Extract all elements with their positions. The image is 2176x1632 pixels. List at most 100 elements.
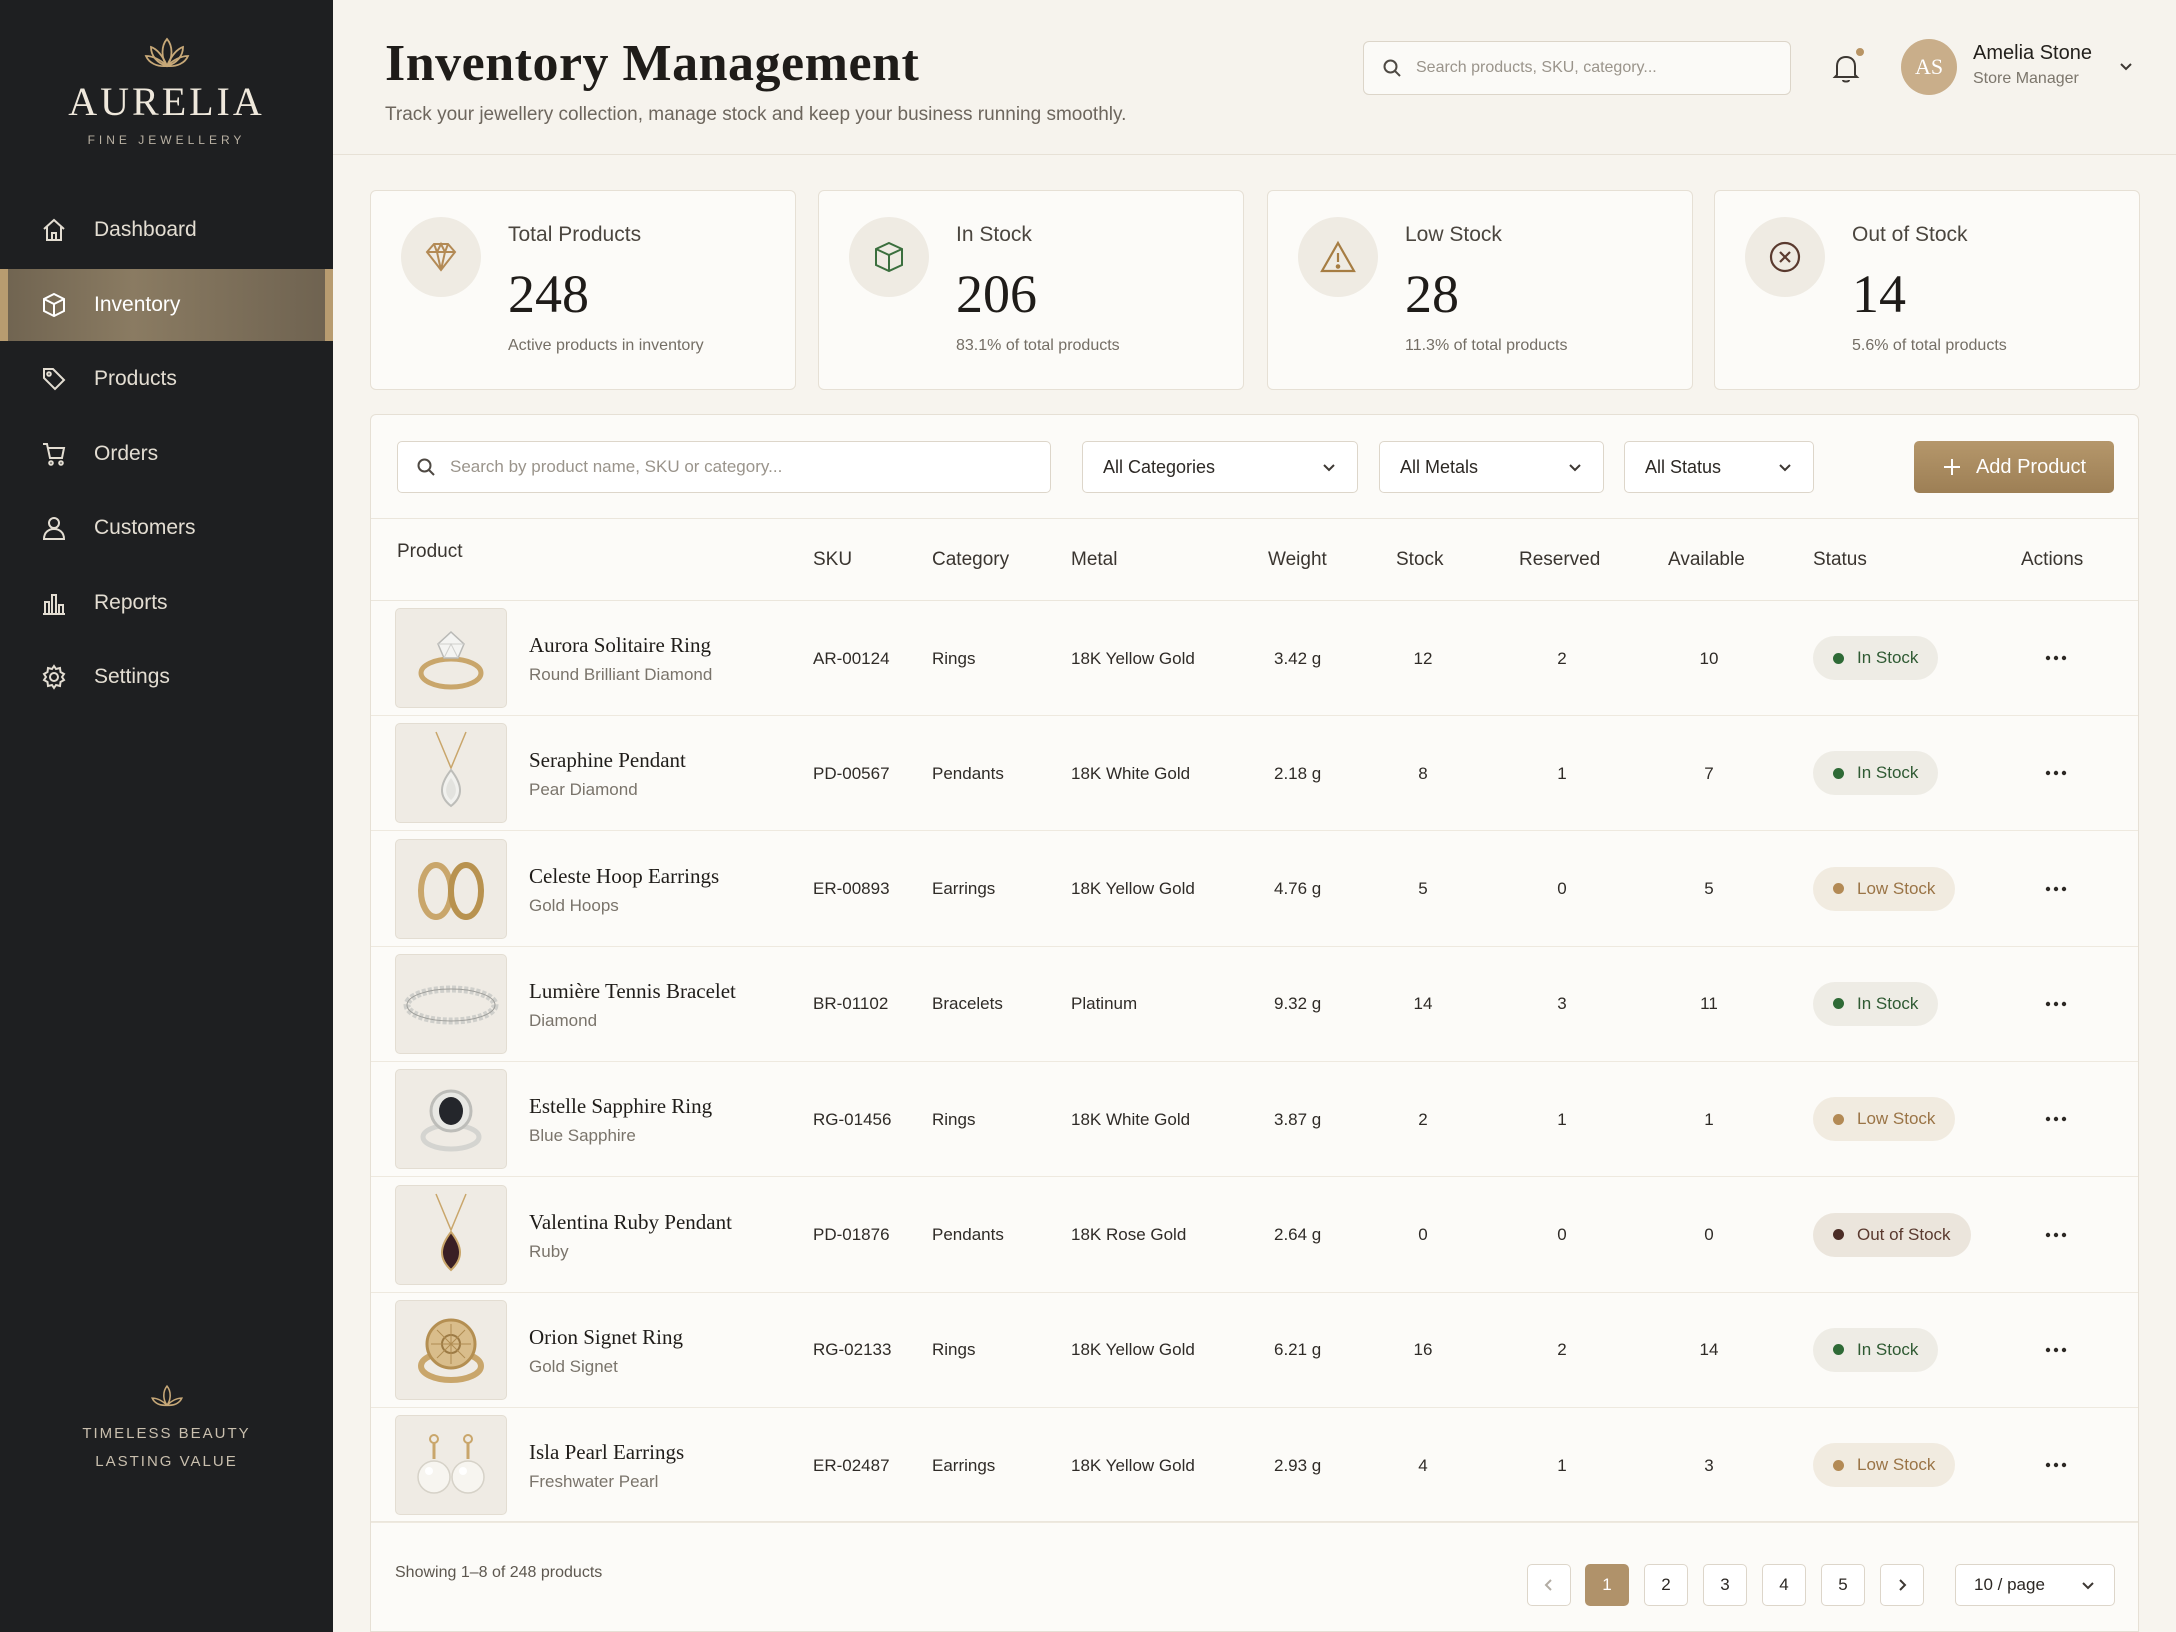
col-weight[interactable]: Weight: [1268, 519, 1327, 601]
table-header: Product SKU Category Metal Weight Stock …: [371, 519, 2138, 601]
status-dot: [1833, 652, 1844, 664]
status-label: In Stock: [1857, 993, 1919, 1013]
product-name[interactable]: Seraphine Pendant: [529, 748, 686, 773]
row-actions-button[interactable]: [2041, 1104, 2071, 1134]
table-row[interactable]: Aurora Solitaire Ring Round Brilliant Dia…: [371, 601, 2138, 716]
chevron-down-icon[interactable]: [2118, 58, 2134, 74]
row-actions-button[interactable]: [2041, 1450, 2071, 1480]
available-cell: 1: [1704, 1109, 1714, 1129]
brand-logo[interactable]: AURELIA FINE JEWELLERY: [0, 36, 333, 147]
col-status[interactable]: Status: [1813, 519, 1867, 601]
reserved-cell: 2: [1557, 1340, 1567, 1360]
product-name[interactable]: Isla Pearl Earrings: [529, 1440, 684, 1465]
page-button-5[interactable]: 5: [1821, 1564, 1865, 1606]
col-stock[interactable]: Stock: [1396, 519, 1444, 601]
col-reserved[interactable]: Reserved: [1519, 519, 1600, 601]
table-row[interactable]: Isla Pearl Earrings Freshwater Pearl ER-02…: [371, 1408, 2138, 1524]
product-name[interactable]: Orion Signet Ring: [529, 1325, 683, 1350]
product-name[interactable]: Estelle Sapphire Ring: [529, 1094, 712, 1119]
row-actions-button[interactable]: [2041, 1220, 2071, 1250]
sidebar-item-products[interactable]: Products: [0, 343, 333, 415]
stat-card-low-stock: Low Stock 28 11.3% of total products: [1267, 190, 1693, 390]
global-search-input[interactable]: [1416, 59, 1776, 77]
status-label: Low Stock: [1857, 1109, 1936, 1129]
product-thumbnail[interactable]: [395, 1069, 507, 1170]
tag-icon: [40, 365, 68, 393]
sidebar-item-reports[interactable]: Reports: [0, 567, 333, 639]
chevron-down-icon: [2082, 1582, 2094, 1590]
prev-page-button[interactable]: [1527, 1564, 1571, 1606]
row-actions-button[interactable]: [2041, 874, 2071, 904]
row-actions-button[interactable]: [2041, 1335, 2071, 1365]
reserved-cell: 1: [1557, 1455, 1567, 1475]
product-thumbnail[interactable]: [395, 723, 507, 824]
category-cell: Bracelets: [932, 994, 1003, 1014]
plus-icon: [1943, 459, 1960, 475]
row-actions-button[interactable]: [2041, 989, 2071, 1019]
col-product[interactable]: Product: [397, 511, 462, 593]
home-icon: [40, 216, 68, 244]
col-metal[interactable]: Metal: [1071, 519, 1117, 601]
product-search-input[interactable]: [450, 457, 1030, 477]
product-name[interactable]: Celeste Hoop Earrings: [529, 864, 719, 889]
table-row[interactable]: Valentina Ruby Pendant Ruby PD-01876 Pendan…: [371, 1178, 2138, 1293]
table-row[interactable]: Seraphine Pendant Pear Diamond PD-00567 Pen…: [371, 716, 2138, 832]
product-thumbnail[interactable]: [395, 1299, 507, 1400]
sku-cell: ER-02487: [813, 1455, 890, 1475]
global-search[interactable]: [1363, 41, 1791, 95]
stat-value: 206: [956, 264, 1037, 324]
sidebar-item-orders[interactable]: Orders: [0, 418, 333, 490]
sidebar-item-inventory[interactable]: Inventory: [0, 268, 333, 341]
product-thumbnail[interactable]: [395, 953, 507, 1054]
status-filter[interactable]: All Status: [1624, 441, 1814, 493]
product-search[interactable]: [397, 441, 1051, 493]
footer-line-2: LASTING VALUE: [95, 1453, 238, 1470]
product-thumbnail[interactable]: [395, 1184, 507, 1285]
avatar[interactable]: AS: [1901, 39, 1957, 95]
row-actions-button[interactable]: [2041, 758, 2071, 788]
product-thumbnail[interactable]: [395, 838, 507, 939]
sku-cell: PD-00567: [813, 763, 890, 783]
page-button-2[interactable]: 2: [1644, 1564, 1688, 1606]
user-name[interactable]: Amelia Stone: [1973, 42, 2092, 65]
table-row[interactable]: Estelle Sapphire Ring Blue Sapphire RG-014…: [371, 1062, 2138, 1178]
product-name[interactable]: Valentina Ruby Pendant: [529, 1210, 732, 1235]
status-label: In Stock: [1857, 763, 1919, 783]
add-product-button[interactable]: Add Product: [1914, 441, 2114, 493]
next-page-button[interactable]: [1880, 1564, 1924, 1606]
table-row[interactable]: Orion Signet Ring Gold Signet RG-02133 Ring…: [371, 1293, 2138, 1408]
stat-label: In Stock: [956, 223, 1032, 246]
page-button-3[interactable]: 3: [1703, 1564, 1747, 1606]
more-horizontal-icon: [2045, 771, 2067, 776]
per-page-select[interactable]: 10 / page: [1955, 1564, 2115, 1606]
col-sku[interactable]: SKU: [813, 519, 852, 601]
row-actions-button[interactable]: [2041, 643, 2071, 673]
page-button-4[interactable]: 4: [1762, 1564, 1806, 1606]
weight-cell: 2.64 g: [1274, 1225, 1322, 1244]
sidebar-item-customers[interactable]: Customers: [0, 492, 333, 564]
product-subtitle: Freshwater Pearl: [529, 1472, 659, 1492]
product-thumbnail[interactable]: [395, 1415, 507, 1516]
category-cell: Earrings: [932, 1455, 996, 1475]
status-badge: Low Stock: [1813, 866, 1956, 911]
sidebar-item-settings[interactable]: Settings: [0, 641, 333, 713]
col-category[interactable]: Category: [932, 519, 1009, 601]
chevron-right-icon: [1899, 1579, 1907, 1591]
reserved-cell: 0: [1557, 879, 1567, 899]
product-thumbnail[interactable]: [395, 608, 507, 708]
sku-cell: RG-01456: [813, 1109, 892, 1129]
metal-filter[interactable]: All Metals: [1379, 441, 1604, 493]
diamond-icon: [401, 217, 481, 297]
product-name[interactable]: Lumière Tennis Bracelet: [529, 979, 736, 1004]
weight-cell: 2.18 g: [1274, 763, 1322, 783]
table-row[interactable]: Celeste Hoop Earrings Gold Hoops ER-00893 E…: [371, 832, 2138, 947]
metal-cell: 18K Yellow Gold: [1071, 879, 1195, 899]
table-row[interactable]: Lumière Tennis Bracelet Diamond BR-01102 Br…: [371, 947, 2138, 1062]
col-available[interactable]: Available: [1668, 519, 1745, 601]
sidebar-footer: TIMELESS BEAUTY LASTING VALUE: [0, 1384, 333, 1476]
product-name[interactable]: Aurora Solitaire Ring: [529, 633, 711, 658]
metal-cell: Platinum: [1071, 994, 1138, 1014]
sidebar-item-dashboard[interactable]: Dashboard: [0, 194, 333, 266]
page-button-1[interactable]: 1: [1585, 1564, 1629, 1606]
category-filter[interactable]: All Categories: [1082, 441, 1358, 493]
